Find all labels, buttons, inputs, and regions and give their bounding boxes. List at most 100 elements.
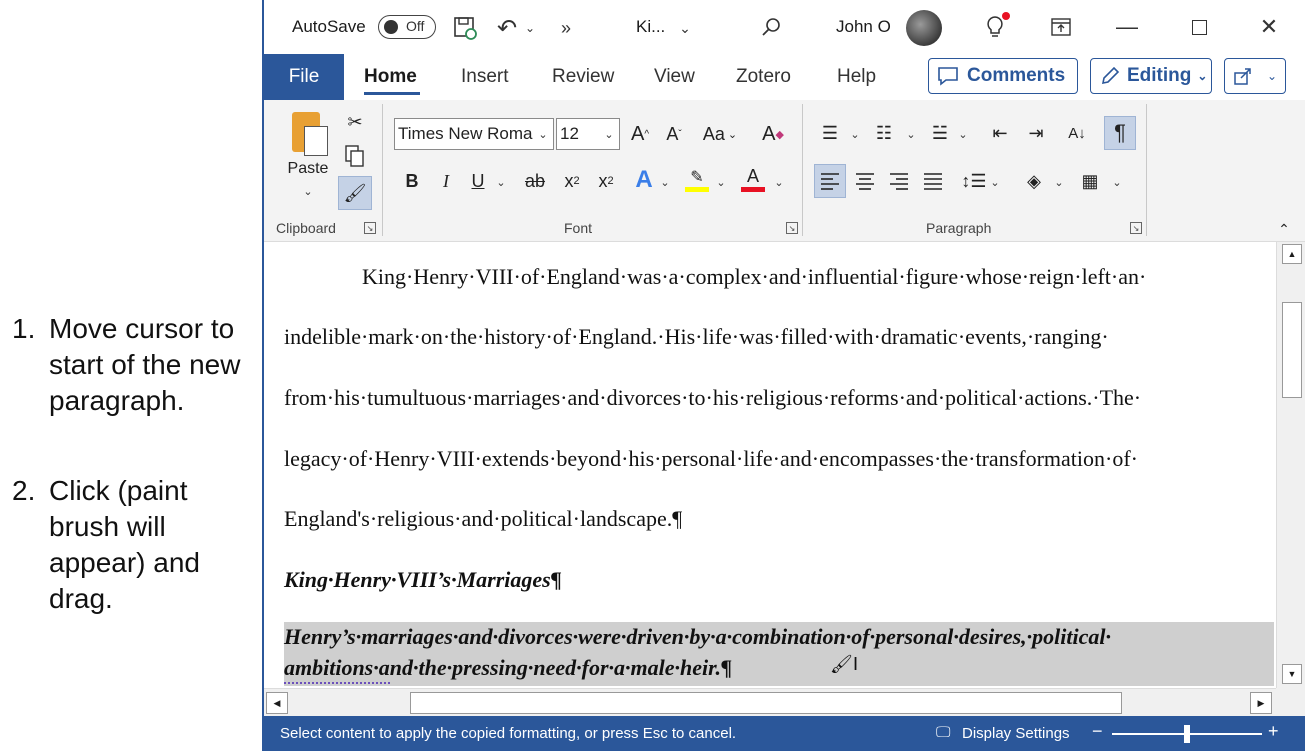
body-text-line[interactable]: King·Henry·VIII·of·England·was·a·complex… (362, 264, 1146, 290)
copy-icon[interactable] (342, 142, 368, 170)
chevron-down-icon[interactable]: ⌄ (298, 184, 318, 198)
vertical-scrollbar[interactable]: ▲ ▼ (1276, 242, 1305, 688)
selected-text-line[interactable]: Henry’s·marriages·and·divorces·were·driv… (284, 624, 1111, 650)
chevron-down-icon[interactable]: ⌄ (1110, 174, 1124, 190)
scroll-up-icon[interactable]: ▲ (1282, 244, 1302, 264)
numbering-icon[interactable]: ☷ (870, 118, 898, 148)
share-button[interactable]: ⌄ (1224, 58, 1286, 94)
sort-icon[interactable]: A↓ (1062, 118, 1092, 148)
chevron-down-icon[interactable]: ⌄ (494, 174, 508, 190)
zoom-out-button[interactable]: − (1092, 721, 1103, 742)
chevron-down-icon[interactable]: ⌄ (904, 126, 918, 142)
italic-icon[interactable]: I (432, 166, 460, 196)
step-line: Click (paint (49, 475, 188, 506)
shading-icon[interactable]: ◈ (1020, 164, 1048, 198)
tab-help[interactable]: Help (837, 54, 876, 100)
underline-icon[interactable]: U (464, 166, 492, 196)
chevron-down-icon[interactable]: ⌄ (714, 174, 728, 190)
save-icon[interactable] (450, 13, 480, 43)
body-text-line[interactable]: legacy·of·Henry·VIII·extends·beyond·his·… (284, 446, 1138, 472)
justify-icon[interactable] (918, 164, 948, 198)
tab-file[interactable]: File (264, 54, 344, 100)
tab-zotero[interactable]: Zotero (736, 54, 791, 100)
superscript-icon[interactable]: x2 (592, 166, 620, 196)
bullets-icon[interactable]: ☰ (816, 118, 844, 148)
text-effects-icon[interactable]: A (630, 164, 658, 196)
title-bar: AutoSave Off ↶ ⌄ » Ki... ⌄ John O — ✕ (264, 0, 1305, 54)
grow-font-icon[interactable]: A ^ (626, 118, 654, 150)
maximize-icon[interactable] (1184, 12, 1214, 42)
section-heading[interactable]: King·Henry·VIII’s·Marriages¶ (284, 567, 562, 593)
scroll-down-icon[interactable]: ▼ (1282, 664, 1302, 684)
increase-indent-icon[interactable]: ⇥ (1022, 118, 1050, 148)
zoom-slider-thumb[interactable] (1184, 725, 1190, 743)
collapse-ribbon-icon[interactable]: ⌃ (1274, 220, 1294, 238)
paste-label[interactable]: Paste (286, 160, 330, 178)
change-case-icon[interactable]: Aa ⌄ (700, 118, 740, 150)
tab-insert[interactable]: Insert (461, 54, 509, 100)
chevron-down-icon[interactable]: ⌄ (522, 15, 538, 41)
cut-icon[interactable]: ✂ (342, 108, 368, 136)
autosave-toggle[interactable]: Off (378, 15, 436, 39)
line-spacing-icon[interactable]: ↕☰ (960, 164, 988, 198)
close-icon[interactable]: ✕ (1254, 12, 1284, 42)
align-right-icon[interactable] (884, 164, 914, 198)
more-icon[interactable]: » (554, 13, 578, 43)
ribbon-display-icon[interactable] (1046, 12, 1076, 42)
search-icon[interactable] (756, 12, 786, 42)
minimize-icon[interactable]: — (1112, 12, 1142, 42)
tab-view[interactable]: View (654, 54, 695, 100)
chevron-down-icon[interactable]: ⌄ (848, 126, 862, 142)
align-left-icon[interactable] (814, 164, 846, 198)
editing-button[interactable]: Editing ⌄ (1090, 58, 1212, 94)
show-formatting-marks-icon[interactable]: ¶ (1104, 116, 1136, 150)
shrink-font-icon[interactable]: Aˇ (660, 118, 688, 150)
selected-text-line[interactable]: ambitions·and·the·pressing·need·for·a·ma… (284, 655, 732, 681)
document-canvas[interactable]: King·Henry·VIII·of·England·was·a·complex… (264, 242, 1276, 688)
autosave-state: Off (406, 18, 425, 34)
display-settings-icon[interactable]: 🖵 (936, 724, 958, 742)
chevron-down-icon[interactable]: ⌄ (674, 15, 696, 41)
horizontal-scrollbar[interactable]: ◀ ▶ (264, 688, 1276, 716)
multilevel-list-icon[interactable]: ☱ (926, 118, 954, 148)
font-size-select[interactable]: 12 ⌄ (556, 118, 620, 150)
status-bar: Select content to apply the copied forma… (264, 716, 1305, 751)
chevron-down-icon[interactable]: ⌄ (988, 174, 1002, 190)
highlight-icon[interactable]: ✎ (682, 162, 712, 196)
document-title[interactable]: Ki... (636, 0, 665, 54)
clear-formatting-icon[interactable]: A ◆ (758, 118, 788, 150)
scroll-right-icon[interactable]: ▶ (1250, 692, 1272, 714)
toggle-knob (384, 20, 398, 34)
body-text-line[interactable]: indelible·mark·on·the·history·of·England… (284, 324, 1109, 350)
format-painter-icon[interactable]: 🖌 (338, 176, 372, 210)
dialog-launcher-icon[interactable]: ↘ (1130, 222, 1142, 234)
strikethrough-icon[interactable]: ab (520, 166, 550, 196)
scrollbar-thumb[interactable] (1282, 302, 1302, 398)
zoom-in-button[interactable]: + (1268, 721, 1279, 742)
bold-icon[interactable]: B (398, 166, 426, 196)
scroll-left-icon[interactable]: ◀ (266, 692, 288, 714)
chevron-down-icon[interactable]: ⌄ (772, 174, 786, 190)
avatar[interactable] (906, 10, 942, 46)
font-name-select[interactable]: Times New Roma ⌄ (394, 118, 554, 150)
scrollbar-thumb[interactable] (410, 692, 1122, 714)
borders-icon[interactable]: ▦ (1076, 164, 1104, 198)
chevron-down-icon[interactable]: ⌄ (658, 174, 672, 190)
display-settings-button[interactable]: Display Settings (962, 725, 1070, 742)
user-name[interactable]: John O (836, 0, 891, 54)
tab-review[interactable]: Review (552, 54, 614, 100)
decrease-indent-icon[interactable]: ⇤ (986, 118, 1014, 148)
chevron-down-icon[interactable]: ⌄ (1052, 174, 1066, 190)
dialog-launcher-icon[interactable]: ↘ (364, 222, 376, 234)
notification-dot (1002, 12, 1010, 20)
chevron-down-icon[interactable]: ⌄ (956, 126, 970, 142)
subscript-icon[interactable]: x2 (558, 166, 586, 196)
undo-icon[interactable]: ↶ (492, 13, 522, 43)
body-text-line[interactable]: England's·religious·and·political·landsc… (284, 506, 682, 532)
dialog-launcher-icon[interactable]: ↘ (786, 222, 798, 234)
comments-button[interactable]: Comments (928, 58, 1078, 94)
font-color-icon[interactable]: A (738, 162, 768, 196)
paste-icon[interactable] (286, 108, 330, 158)
align-center-icon[interactable] (850, 164, 880, 198)
body-text-line[interactable]: from·his·tumultuous·marriages·and·divorc… (284, 385, 1141, 411)
